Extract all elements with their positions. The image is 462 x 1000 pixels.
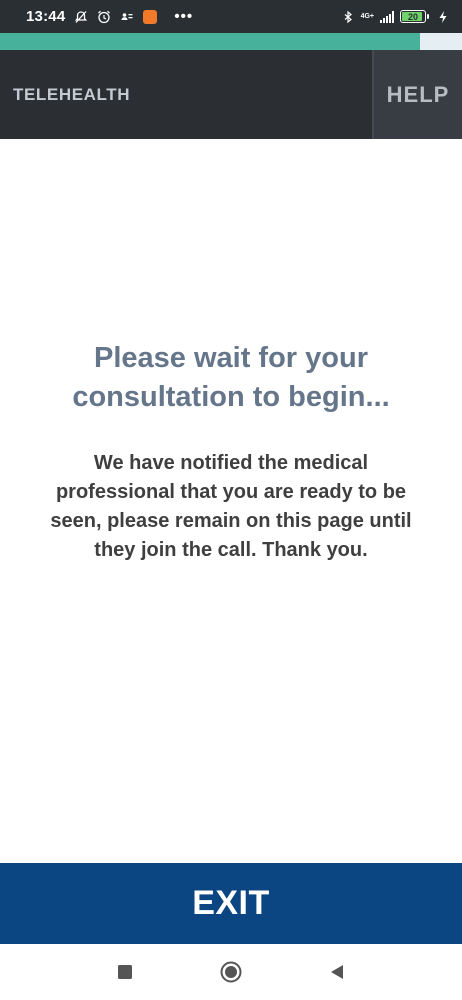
progress-fill bbox=[0, 33, 421, 50]
silent-alarm-icon bbox=[74, 10, 88, 24]
alarm-clock-icon bbox=[97, 10, 111, 24]
waiting-heading: Please wait for your consultation to beg… bbox=[72, 342, 390, 413]
battery-percent: 20 bbox=[407, 11, 418, 22]
overflow-dots: ••• bbox=[174, 8, 194, 25]
contacts-icon bbox=[120, 10, 134, 24]
progress-bar bbox=[0, 33, 462, 50]
header-title: TELEHEALTH bbox=[13, 84, 131, 104]
bluetooth-icon bbox=[341, 10, 355, 24]
waiting-message: We have notified the medical professiona… bbox=[50, 452, 412, 561]
status-right: 4G+ 20 bbox=[341, 10, 450, 24]
waiting-room-content: Please wait for your consultation to beg… bbox=[0, 139, 462, 863]
recent-apps-icon[interactable] bbox=[111, 958, 139, 986]
back-icon[interactable] bbox=[323, 958, 351, 986]
exit-button[interactable]: EXIT bbox=[0, 863, 462, 944]
network-type: 4G+ bbox=[360, 13, 374, 20]
status-bar: 13:44 ••• 4G+ 20 bbox=[0, 0, 462, 33]
battery-icon: 20 bbox=[400, 10, 429, 23]
help-button[interactable]: HELP bbox=[372, 50, 462, 139]
system-nav-bar bbox=[0, 944, 462, 1000]
app-notification-icon bbox=[143, 9, 158, 24]
home-icon[interactable] bbox=[217, 958, 245, 986]
status-time: 13:44 bbox=[26, 8, 66, 25]
signal-icon bbox=[380, 10, 394, 23]
charging-icon bbox=[436, 10, 450, 24]
app-header: TELEHEALTH HELP bbox=[0, 50, 462, 139]
status-left: 13:44 ••• bbox=[26, 8, 193, 25]
